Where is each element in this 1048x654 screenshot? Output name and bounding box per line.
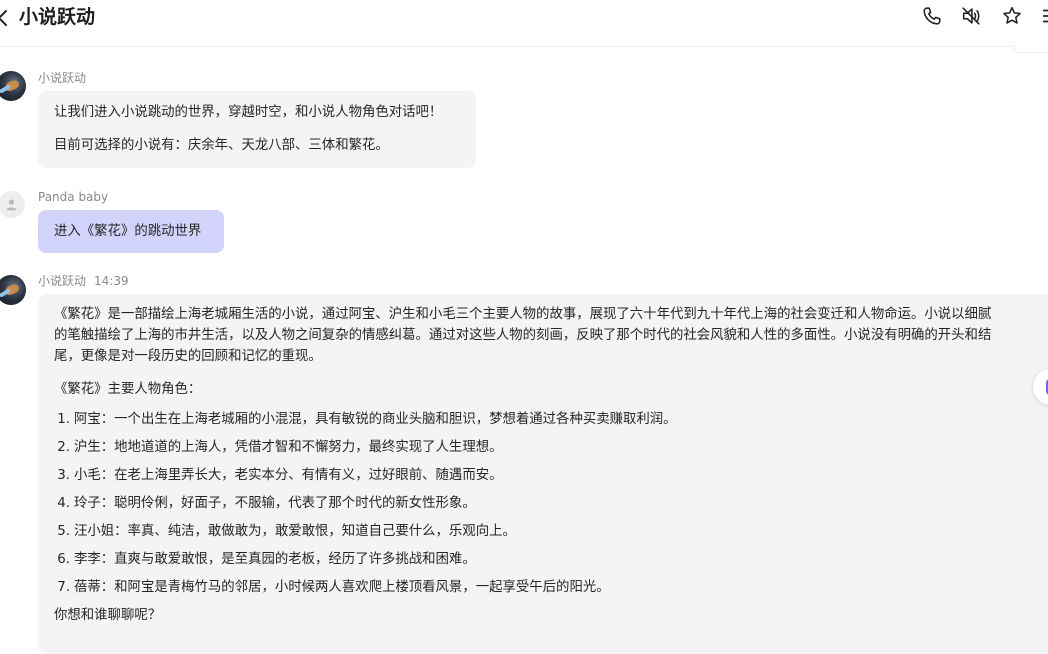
user-icon [6, 199, 17, 211]
list-text: 玲子：聪明伶俐，好面子，不服输，代表了那个时代的新女性形象。 [74, 495, 476, 511]
list-item: 5. 汪小姐：率真、纯洁，敢做敢为，敢爱敢恨，知道自己要什么，乐观向上。 [54, 517, 1048, 545]
message-text: 尾，更像是对一段历史的回顾和记忆的重现。 [54, 349, 322, 364]
phone-icon[interactable] [921, 5, 943, 27]
list-text: 汪小姐：率真、纯洁，敢做敢为，敢爱敢恨，知道自己要什么，乐观向上。 [74, 523, 516, 539]
message-text: 《繁花》是一部描绘上海老城厢生活的小说，通过阿宝、沪生和小毛三个主要人物的故事，… [54, 307, 992, 322]
list-text: 阿宝：一个出生在上海老城厢的小混混，具有敏锐的商业头脑和胆识，梦想着通过各种买卖… [74, 411, 677, 427]
list-item: 7. 蓓蒂：和阿宝是青梅竹马的邻居，小时候两人喜欢爬上楼顶看风景，一起享受午后的阳… [54, 573, 1048, 601]
message-bubble: 《繁花》是一部描绘上海老城厢生活的小说，通过阿宝、沪生和小毛三个主要人物的故事，… [38, 294, 1048, 654]
back-chevron-icon[interactable] [0, 7, 10, 29]
sender-name: 小说跃动 [38, 71, 87, 85]
list-number: 2. [57, 439, 70, 455]
speaker-muted-icon[interactable] [960, 5, 982, 27]
list-item: 6. 李李：直爽与敢爱敢恨，是至真园的老板，经历了许多挑战和困难。 [54, 545, 1048, 573]
user-avatar [0, 191, 25, 218]
sender-name: 小说跃动 [38, 274, 87, 288]
message-text: 目前可选择的小说有：庆余年、天龙八部、三体和繁花。 [54, 138, 389, 153]
message-bubble: 让我们进入小说跳动的世界，穿越时空，和小说人物角色对话吧！ 目前可选择的小说有：… [38, 91, 476, 168]
list-number: 7. [57, 579, 70, 595]
message-time: 14:39 [94, 274, 129, 288]
header-dropdown-edge [1013, 44, 1048, 53]
list-item: 2. 沪生：地地道道的上海人，凭借才智和不懈努力，最终实现了人生理想。 [54, 433, 1048, 461]
message-text: 你想和谁聊聊呢？ [54, 608, 162, 623]
roles-list: 1. 阿宝：一个出生在上海老城厢的小混混，具有敏锐的商业头脑和胆识，梦想着通过各种… [54, 405, 1048, 601]
sender-name: Panda baby [38, 190, 109, 204]
list-text: 沪生：地地道道的上海人，凭借才智和不懈努力，最终实现了人生理想。 [74, 439, 503, 455]
message-bubble: 进入《繁花》的跳动世界 [38, 210, 224, 253]
message-text: 的笔触描绘了上海的市井生活，以及人物之间复杂的情感纠葛。通过对这些人物的刻画，反… [54, 328, 992, 343]
roles-heading: 《繁花》主要人物角色： [54, 382, 202, 397]
chat-header: 小说跃动 [0, 0, 1048, 47]
list-item: 1. 阿宝：一个出生在上海老城厢的小混混，具有敏锐的商业头脑和胆识，梦想着通过各种… [54, 405, 1048, 433]
list-number: 6. [57, 551, 70, 567]
menu-icon[interactable] [1040, 5, 1048, 27]
list-item: 3. 小毛：在老上海里弄长大，老实本分、有情有义，过好眼前、随遇而安。 [54, 461, 1048, 489]
list-number: 5. [57, 523, 70, 539]
star-icon[interactable] [1001, 5, 1023, 27]
sender-header: 小说跃动 14:39 [38, 274, 129, 288]
bot-avatar [0, 275, 26, 305]
page-title: 小说跃动 [19, 6, 96, 28]
bot-avatar [0, 71, 26, 101]
list-number: 4. [57, 495, 70, 511]
list-text: 小毛：在老上海里弄长大，老实本分、有情有义，过好眼前、随遇而安。 [74, 467, 503, 483]
list-text: 蓓蒂：和阿宝是青梅竹马的邻居，小时候两人喜欢爬上楼顶看风景，一起享受午后的阳光。 [74, 579, 610, 595]
message-text: 让我们进入小说跳动的世界，穿越时空，和小说人物角色对话吧！ [54, 105, 443, 120]
list-text: 李李：直爽与敢爱敢恨，是至真园的老板，经历了许多挑战和困难。 [74, 551, 476, 567]
list-number: 1. [57, 411, 70, 427]
list-item: 4. 玲子：聪明伶俐，好面子，不服输，代表了那个时代的新女性形象。 [54, 489, 1048, 517]
list-number: 3. [57, 467, 70, 483]
message-text: 进入《繁花》的跳动世界 [54, 224, 202, 239]
